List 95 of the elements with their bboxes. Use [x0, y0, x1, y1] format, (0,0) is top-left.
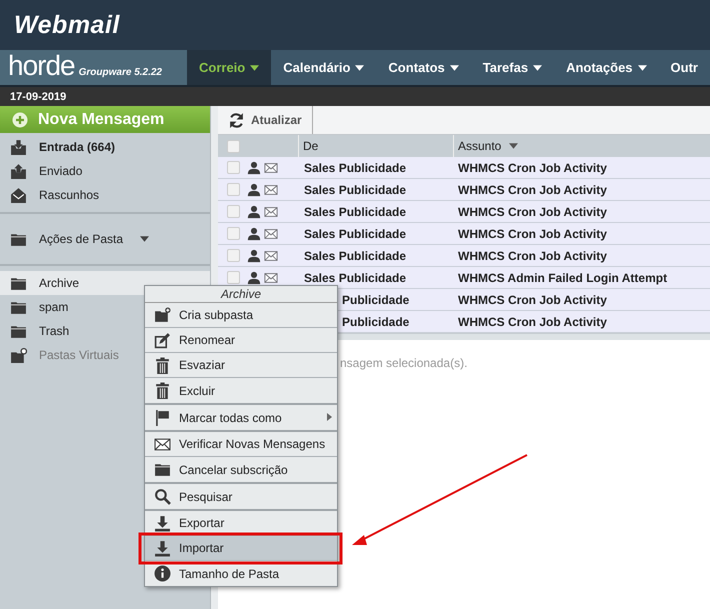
row-checkbox[interactable]: [227, 227, 240, 240]
message-row[interactable]: Sales Publicidade WHMCS Cron Job Activity: [218, 223, 710, 245]
message-row[interactable]: Sales Publicidade WHMCS Cron Job Activity: [218, 245, 710, 267]
envelope-icon: [264, 160, 278, 174]
inbox-tray-icon: [10, 138, 27, 156]
caret-icon: [533, 64, 542, 70]
logo-text: horde: [8, 52, 75, 80]
menu-item[interactable]: Renomear: [145, 328, 337, 353]
sender-cell-text: Sales Publicidade: [303, 204, 406, 218]
message-row[interactable]: Sales Publicidade WHMCS Cron Job Activity: [218, 179, 710, 201]
edit-icon: [154, 332, 171, 348]
mailbox-label[interactable]: Enviado: [39, 164, 82, 178]
select-all-checkbox[interactable]: [227, 140, 240, 152]
open-envelope-icon: [10, 186, 27, 204]
person-icon: [247, 226, 261, 240]
row-checkbox[interactable]: [227, 183, 240, 196]
menu-item[interactable]: Tamanho de Pasta: [145, 561, 337, 586]
plus-icon: [12, 112, 28, 128]
sender-cell-text: Sales Publicidade: [303, 248, 406, 262]
person-icon: [247, 270, 261, 284]
row-checkbox[interactable]: [227, 205, 240, 218]
person-icon: [247, 204, 261, 218]
sender-cell-text: Publicidade: [341, 314, 410, 328]
envelope-icon: [264, 226, 278, 240]
refresh-icon: [228, 112, 245, 128]
sender-cell-text: Sales Publicidade: [303, 226, 406, 240]
caret-icon: [140, 236, 150, 242]
person-icon: [247, 248, 261, 262]
subject-cell-text: WHMCS Cron Job Activity: [457, 248, 607, 262]
subject-cell-text: WHMCS Cron Job Activity: [457, 314, 607, 328]
nav-tab[interactable]: Contatos: [376, 50, 471, 85]
subject-cell-text: WHMCS Cron Job Activity: [457, 204, 607, 218]
preview-message: nsagem selecionada(s).: [340, 356, 468, 370]
menu-title: Archive: [145, 286, 337, 303]
row-checkbox[interactable]: [227, 249, 240, 262]
folder-actions-menu[interactable]: Ações de Pasta: [0, 219, 210, 259]
menu-item[interactable]: Excluir: [145, 378, 337, 403]
subject-cell-text: WHMCS Admin Failed Login Attempt: [457, 270, 668, 284]
webmail-logo: Webmail: [14, 10, 120, 40]
trash-icon: [154, 356, 171, 374]
caret-icon: [250, 64, 260, 70]
nav-tab[interactable]: Outr: [658, 50, 710, 85]
caret-icon: [638, 64, 647, 70]
flag-icon: [154, 409, 171, 426]
menu-item[interactable]: Cria subpasta: [145, 303, 337, 328]
search-icon: [154, 488, 171, 505]
sender-cell-text: Sales Publicidade: [303, 160, 406, 174]
column-header[interactable]: De: [303, 139, 318, 153]
subject-cell-text: WHMCS Cron Job Activity: [457, 292, 607, 306]
message-row[interactable]: Sales Publicidade WHMCS Admin Failed Login Attempt: [218, 267, 710, 289]
product-version: Groupware 5.2.22: [78, 67, 162, 78]
nav-tab[interactable]: Anotações: [554, 50, 659, 85]
menu-item[interactable]: Marcar todas como: [145, 405, 337, 430]
envelope-icon: [264, 270, 278, 284]
column-header[interactable]: Assunto: [458, 139, 502, 153]
menu-item[interactable]: Verificar Novas Mensagens: [145, 432, 337, 457]
menu-item[interactable]: Importar: [145, 536, 337, 561]
person-icon: [247, 160, 261, 174]
envelope-icon: [154, 436, 171, 452]
menu-item[interactable]: Esvaziar: [145, 353, 337, 378]
row-checkbox[interactable]: [227, 161, 240, 174]
envelope-icon: [264, 204, 278, 218]
message-row[interactable]: Sales Publicidade WHMCS Cron Job Activity: [218, 201, 710, 223]
caret-icon: [450, 64, 459, 70]
menu-item[interactable]: Pesquisar: [145, 484, 337, 509]
menu-item[interactable]: Cancelar subscrição: [145, 457, 337, 482]
folder-plus-icon: [10, 346, 27, 364]
subject-cell-text: WHMCS Cron Job Activity: [457, 226, 607, 240]
person-icon: [247, 182, 261, 196]
outbox-tray-icon: [10, 162, 27, 180]
envelope-icon: [264, 182, 278, 196]
download-icon: [154, 514, 171, 532]
folder-icon: [154, 461, 171, 478]
trash-icon: [154, 382, 171, 399]
nav-tab[interactable]: Correio: [187, 50, 272, 85]
message-row[interactable]: Sales Publicidade WHMCS Cron Job Activity: [218, 157, 710, 179]
envelope-icon: [264, 248, 278, 262]
nav-tab[interactable]: Tarefas: [470, 50, 554, 85]
download-icon: [154, 540, 171, 556]
refresh-button[interactable]: Atualizar: [218, 106, 313, 134]
mailbox-label[interactable]: Entrada (664): [39, 140, 116, 154]
row-checkbox[interactable]: [227, 271, 240, 284]
info-icon: [154, 565, 171, 582]
sort-caret-icon[interactable]: [509, 143, 518, 149]
submenu-arrow-icon: [327, 413, 332, 421]
folder-plus-icon: [154, 306, 171, 324]
sender-cell-text: Publicidade: [341, 292, 410, 306]
sender-cell-text: Sales Publicidade: [303, 270, 406, 284]
subject-cell-text: WHMCS Cron Job Activity: [457, 160, 607, 174]
subject-cell-text: WHMCS Cron Job Activity: [457, 182, 607, 196]
caret-icon: [355, 64, 364, 70]
mailbox-label[interactable]: Rascunhos: [39, 188, 100, 202]
sender-cell-text: Sales Publicidade: [303, 182, 406, 196]
date-text: 17-09-2019: [10, 90, 66, 102]
nav-tab[interactable]: Calendário: [271, 50, 376, 85]
